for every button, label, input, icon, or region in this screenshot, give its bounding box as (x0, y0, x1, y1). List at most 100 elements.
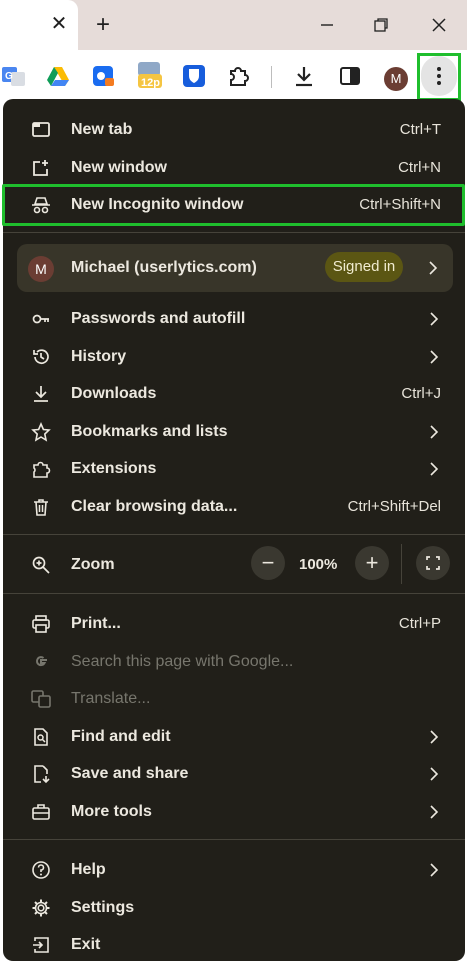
incognito-highlight (2, 184, 465, 226)
profile-row[interactable]: M Michael (userlytics.com) Signed in (17, 244, 453, 292)
menu-item-clear-data[interactable]: Clear browsing data... Ctrl+Shift+Del (3, 490, 465, 524)
menu-item-zoom: Zoom − 100% + (3, 544, 465, 584)
zoom-level: 100% (299, 556, 338, 573)
zoom-in-button[interactable]: + (355, 546, 389, 580)
fullscreen-icon[interactable] (416, 546, 450, 580)
new-tab-shortcut: Ctrl+T (399, 121, 441, 138)
menu-item-history[interactable]: History (3, 340, 465, 374)
zoom-icon (31, 555, 51, 575)
trash-icon (31, 497, 51, 517)
print-icon (31, 614, 51, 634)
clear-data-label: Clear browsing data... (71, 498, 238, 515)
menu-item-translate[interactable]: Translate... (3, 682, 465, 716)
clear-data-shortcut: Ctrl+Shift+Del (347, 498, 441, 515)
settings-label: Settings (71, 899, 135, 916)
profile-avatar[interactable]: M (384, 67, 408, 91)
key-icon (31, 309, 51, 329)
new-window-label: New window (71, 159, 167, 176)
download-icon (31, 384, 51, 404)
search-page-label: Search this page with Google... (71, 653, 294, 670)
extensions-puzzle-icon[interactable] (226, 64, 250, 88)
toolbox-icon (31, 802, 51, 822)
download-icon[interactable] (292, 64, 316, 88)
extension-blue-icon[interactable] (92, 64, 116, 88)
menu-divider (3, 232, 465, 233)
restore-button[interactable] (368, 12, 394, 38)
menu-item-search-page[interactable]: Search this page with Google... (3, 645, 465, 679)
menu-item-print[interactable]: Print... Ctrl+P (3, 607, 465, 641)
print-shortcut: Ctrl+P (398, 615, 441, 632)
star-icon (31, 422, 51, 442)
menu-divider (3, 593, 465, 594)
minimize-button[interactable] (314, 12, 340, 38)
chevron-right-icon (429, 804, 439, 820)
help-label: Help (71, 861, 106, 878)
save-share-label: Save and share (71, 765, 189, 782)
print-label: Print... (71, 615, 121, 632)
menu-divider (3, 534, 465, 535)
zoom-label: Zoom (71, 556, 115, 573)
menu-item-settings[interactable]: Settings (3, 891, 465, 925)
menu-item-more-tools[interactable]: More tools (3, 795, 465, 829)
chevron-right-icon (429, 461, 439, 477)
new-tab-button[interactable]: + (90, 12, 116, 38)
close-window-button[interactable] (426, 12, 452, 38)
menu-item-find-edit[interactable]: Find and edit (3, 720, 465, 754)
menu-divider (3, 839, 465, 840)
menu-item-downloads[interactable]: Downloads Ctrl+J (3, 377, 465, 411)
help-icon (31, 860, 51, 880)
side-panel-icon[interactable] (338, 64, 362, 88)
save-share-icon (31, 764, 51, 784)
translate-icon (31, 689, 51, 709)
downloads-label: Downloads (71, 385, 157, 402)
title-bar: ✕ + (0, 0, 467, 50)
downloads-shortcut: Ctrl+J (401, 385, 441, 402)
passwords-label: Passwords and autofill (71, 310, 246, 327)
menu-item-passwords[interactable]: Passwords and autofill (3, 302, 465, 336)
exit-label: Exit (71, 936, 101, 953)
chevron-right-icon (429, 424, 439, 440)
calendar-12p-icon[interactable]: 12p (136, 62, 164, 89)
chevron-right-icon (429, 729, 439, 745)
kebab-highlight (417, 53, 461, 101)
close-tab-icon[interactable]: ✕ (48, 13, 70, 35)
google-translate-icon[interactable]: G (2, 64, 26, 88)
google-drive-icon[interactable] (46, 64, 70, 88)
translate-label: Translate... (71, 690, 151, 707)
find-edit-label: Find and edit (71, 728, 171, 745)
new-tab-label: New tab (71, 121, 133, 138)
gear-icon (31, 898, 51, 918)
menu-item-new-tab[interactable]: New tab Ctrl+T (3, 113, 465, 147)
menu-item-save-share[interactable]: Save and share (3, 757, 465, 791)
svg-text:G: G (5, 71, 13, 82)
chevron-right-icon (429, 862, 439, 878)
new-window-icon (31, 158, 51, 178)
chrome-menu: New tab Ctrl+T New window Ctrl+N New Inc… (3, 99, 465, 961)
exit-icon (31, 935, 51, 955)
menu-item-exit[interactable]: Exit (3, 928, 465, 961)
menu-item-bookmarks[interactable]: Bookmarks and lists (3, 415, 465, 449)
profile-avatar-menu: M (28, 256, 54, 282)
zoom-out-button[interactable]: − (251, 546, 285, 580)
chevron-right-icon (429, 766, 439, 782)
menu-item-extensions[interactable]: Extensions (3, 452, 465, 486)
extensions-puzzle-icon (31, 459, 51, 479)
profile-name: Michael (userlytics.com) (71, 259, 257, 276)
menu-item-new-window[interactable]: New window Ctrl+N (3, 151, 465, 185)
history-label: History (71, 348, 127, 365)
more-tools-label: More tools (71, 803, 152, 820)
history-icon (31, 347, 51, 367)
signed-in-badge: Signed in (325, 252, 403, 282)
svg-text:12p: 12p (141, 77, 160, 89)
new-window-shortcut: Ctrl+N (398, 159, 441, 176)
menu-item-help[interactable]: Help (3, 853, 465, 887)
toolbar-separator (271, 66, 272, 88)
bookmarks-label: Bookmarks and lists (71, 423, 228, 440)
find-icon (31, 727, 51, 747)
google-g-icon (31, 652, 51, 672)
browser-tab[interactable]: ✕ (0, 0, 78, 50)
new-tab-icon (31, 120, 51, 140)
zoom-separator (401, 544, 402, 584)
extensions-label: Extensions (71, 460, 157, 477)
bitwarden-icon[interactable] (182, 64, 206, 88)
